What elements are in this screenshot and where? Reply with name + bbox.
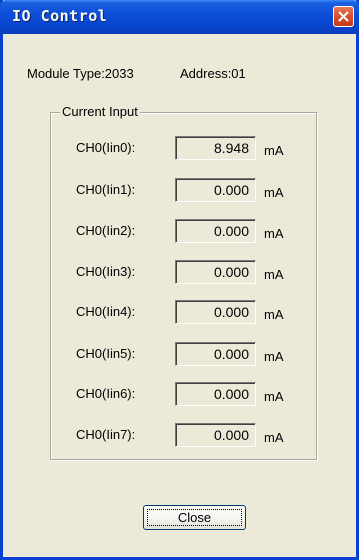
unit-label: mA: [264, 349, 284, 364]
window-title: IO Control: [12, 7, 108, 25]
module-type-label: Module Type:2033: [27, 66, 134, 81]
channel-row: CH0(Iin5): 0.000 mA: [0, 342, 359, 370]
channel-row: CH0(Iin1): 0.000 mA: [0, 178, 359, 206]
channel-label: CH0(Iin7):: [76, 427, 136, 442]
channel-row: CH0(Iin6): 0.000 mA: [0, 382, 359, 410]
unit-label: mA: [264, 430, 284, 445]
unit-label: mA: [264, 389, 284, 404]
close-button[interactable]: Close: [143, 505, 246, 530]
channel-value-field: 8.948: [175, 136, 256, 160]
channel-label: CH0(Iin5):: [76, 346, 136, 361]
channel-row: CH0(Iin7): 0.000 mA: [0, 423, 359, 451]
channel-label: CH0(Iin1):: [76, 182, 136, 197]
window-close-button[interactable]: [333, 6, 354, 27]
unit-label: mA: [264, 267, 284, 282]
channel-value-field: 0.000: [175, 300, 256, 324]
channel-value-field: 0.000: [175, 423, 256, 447]
channel-label: CH0(Iin6):: [76, 386, 136, 401]
channel-label: CH0(Iin4):: [76, 304, 136, 319]
channel-value-field: 0.000: [175, 342, 256, 366]
channel-value-field: 0.000: [175, 178, 256, 202]
channel-label: CH0(Iin3):: [76, 264, 136, 279]
channel-value-field: 0.000: [175, 219, 256, 243]
close-icon: [338, 11, 349, 22]
current-input-legend: Current Input: [60, 104, 140, 119]
channel-label: CH0(Iin2):: [76, 223, 136, 238]
focus-rectangle: [147, 509, 242, 526]
unit-label: mA: [264, 307, 284, 322]
unit-label: mA: [264, 185, 284, 200]
unit-label: mA: [264, 143, 284, 158]
channel-row: CH0(Iin2): 0.000 mA: [0, 219, 359, 247]
channel-value-field: 0.000: [175, 260, 256, 284]
address-label: Address:01: [180, 66, 246, 81]
channel-row: CH0(Iin3): 0.000 mA: [0, 260, 359, 288]
unit-label: mA: [264, 226, 284, 241]
channel-value-field: 0.000: [175, 382, 256, 406]
channel-label: CH0(Iin0):: [76, 140, 136, 155]
channel-row: CH0(Iin0): 8.948 mA: [0, 136, 359, 164]
title-bar[interactable]: IO Control: [0, 0, 359, 34]
channel-row: CH0(Iin4): 0.000 mA: [0, 300, 359, 328]
